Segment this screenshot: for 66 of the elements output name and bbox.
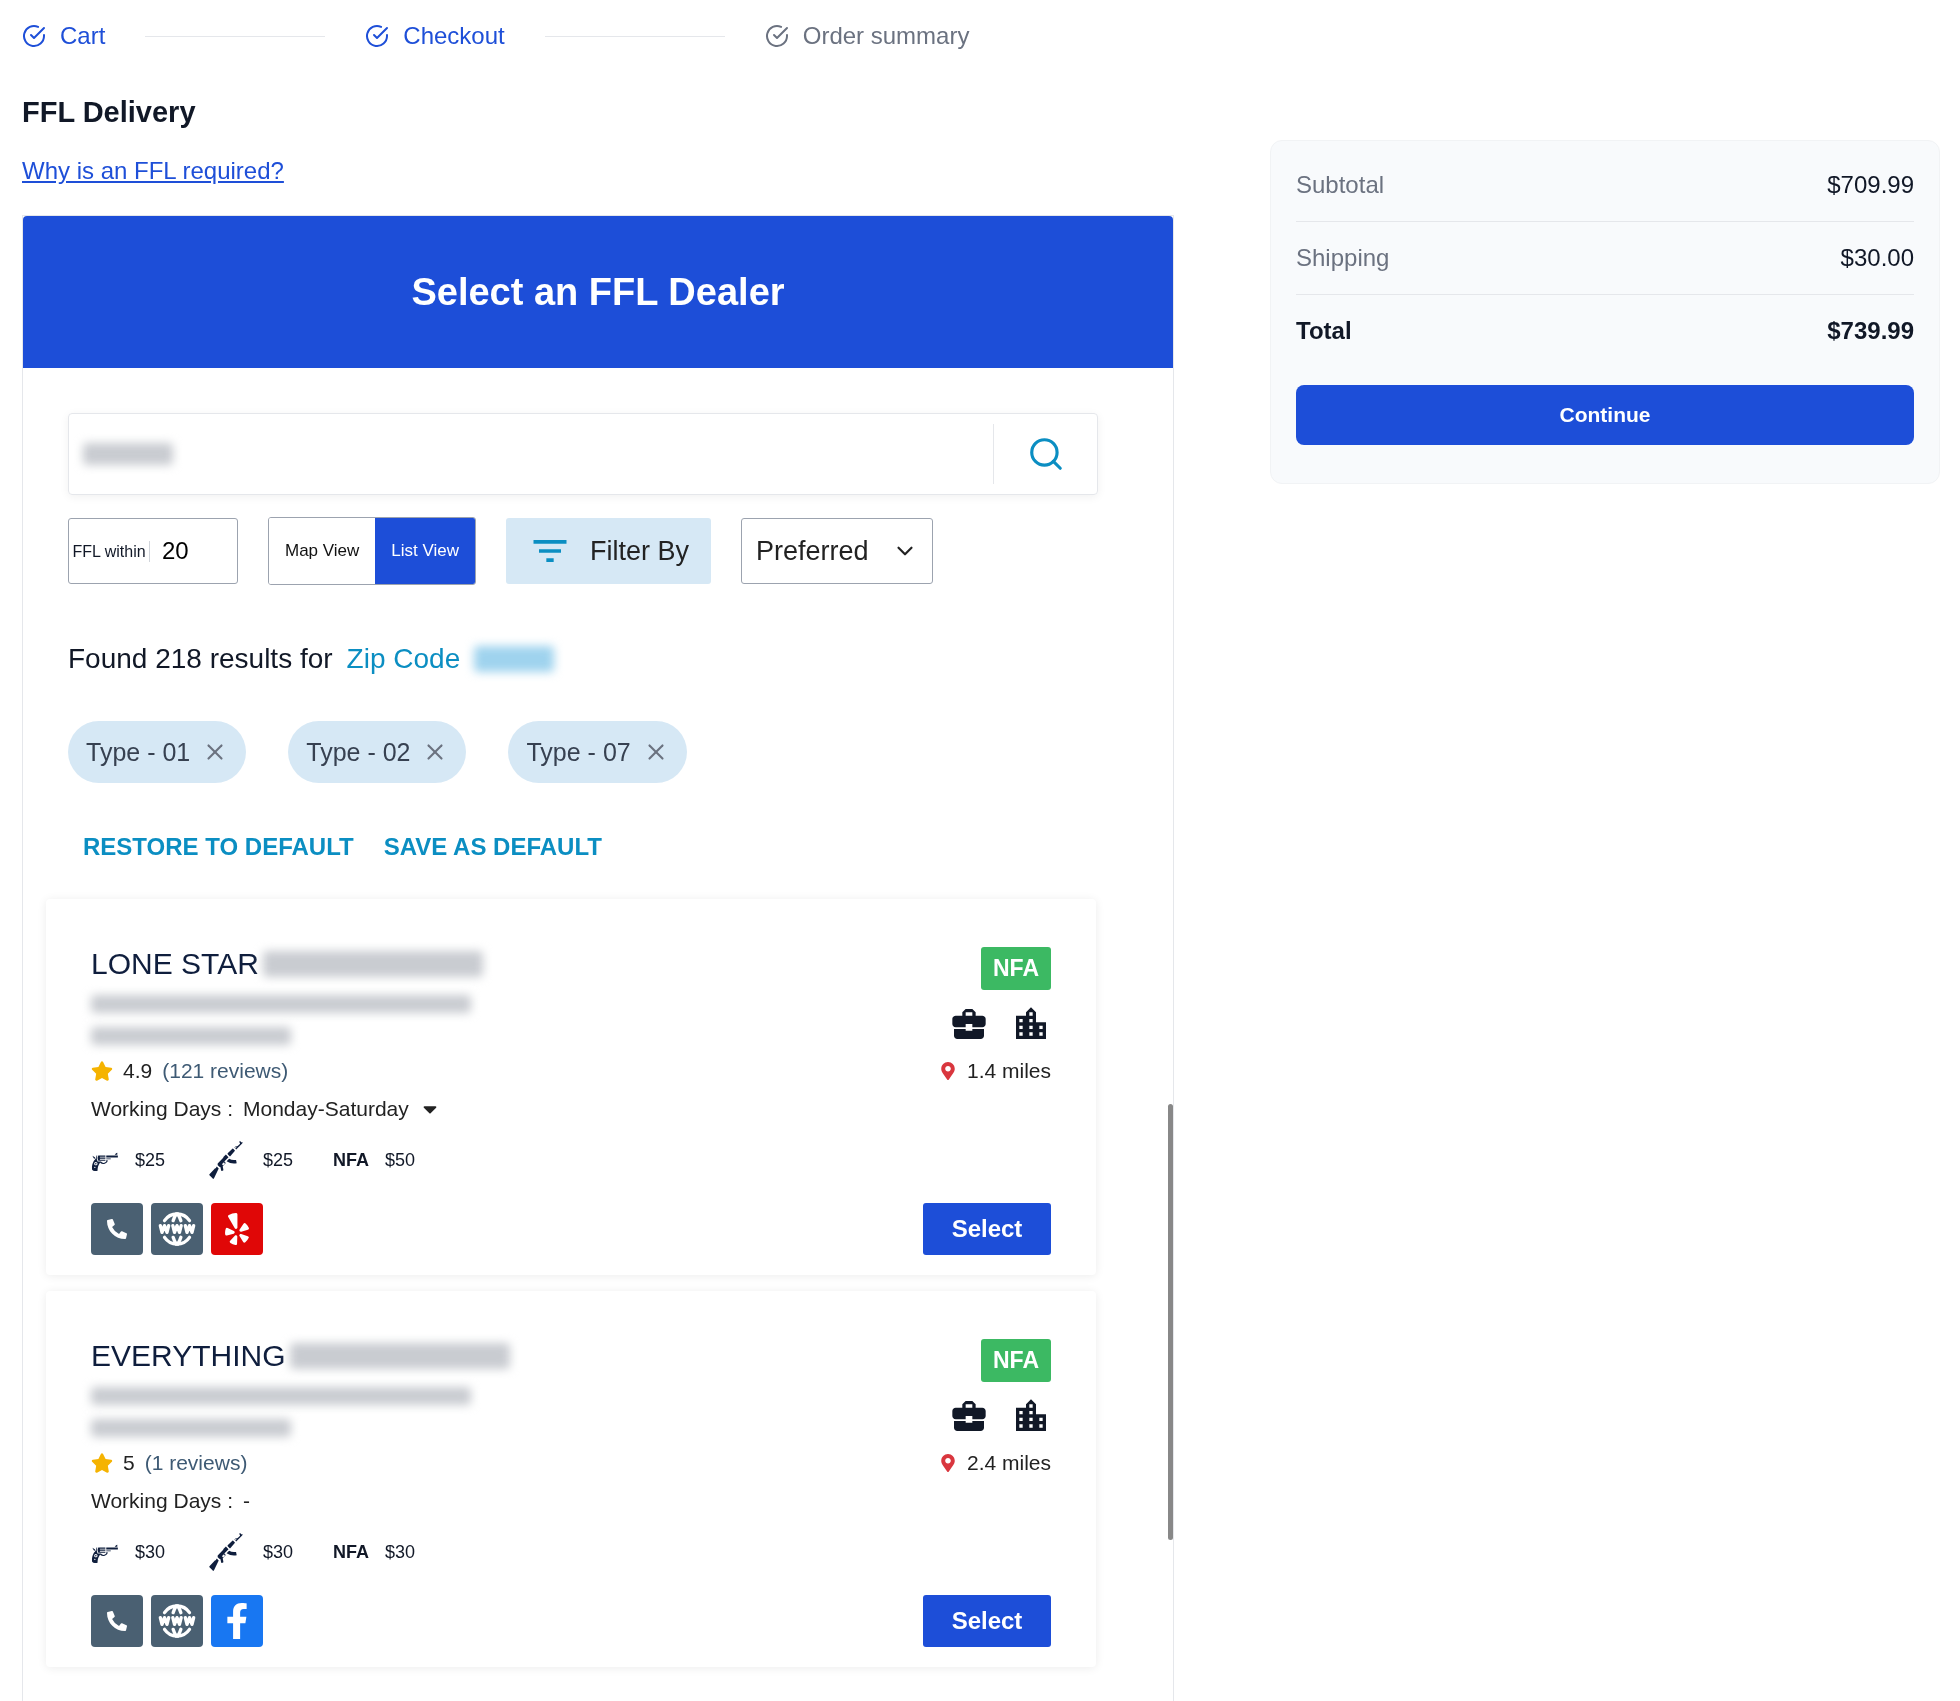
working-days: Monday-Saturday [243, 1097, 409, 1121]
star-icon [91, 1452, 113, 1474]
filter-button[interactable]: Filter By [506, 518, 712, 584]
summary-value: $709.99 [1827, 171, 1914, 199]
fee-label: NFA [333, 1149, 370, 1171]
summary-label: Total [1296, 317, 1352, 345]
fee-price: $25 [135, 1149, 166, 1171]
website-button[interactable] [151, 1595, 203, 1647]
filter-chip: Type - 02 [288, 721, 467, 783]
checkout-step[interactable]: Cart [22, 22, 106, 50]
phone-icon [107, 1219, 127, 1239]
summary-label: Shipping [1296, 244, 1390, 272]
fee-price: $30 [135, 1541, 166, 1563]
star-icon [91, 1060, 113, 1082]
view-toggle[interactable]: List View [375, 518, 476, 584]
check-circle-icon [22, 24, 46, 48]
reviews-link[interactable]: (1 reviews) [144, 1451, 248, 1475]
yelp-button[interactable] [211, 1203, 263, 1255]
fee-price: $30 [385, 1541, 416, 1563]
location-pin-icon [938, 1062, 957, 1080]
reviews-link[interactable]: (121 reviews) [162, 1059, 289, 1083]
rating: 4.9 [123, 1059, 153, 1083]
globe-icon [157, 1601, 197, 1641]
select-button[interactable]: Select [923, 1203, 1051, 1255]
default-action-link[interactable]: SAVE AS DEFAULT [383, 833, 602, 861]
results-text: Found 218 results for [68, 643, 333, 675]
distance: 1.4 miles [966, 1059, 1051, 1083]
filter-chip: Type - 01 [68, 721, 247, 783]
fee-price: $25 [263, 1149, 294, 1171]
nfa-badge: NFA [981, 1339, 1051, 1382]
select-button[interactable]: Select [923, 1595, 1051, 1647]
location-pin-icon [938, 1454, 957, 1472]
dealer-name: LONE STAR [91, 947, 259, 981]
default-action-link[interactable]: RESTORE TO DEFAULT [83, 833, 354, 861]
sort-select[interactable]: Preferred [741, 518, 934, 584]
phone-button[interactable] [91, 1595, 143, 1647]
rating: 5 [123, 1451, 135, 1475]
dealer-name: EVERYTHING [91, 1339, 286, 1373]
working-days-label: Working Days : [91, 1489, 233, 1513]
summary-value: $739.99 [1827, 317, 1914, 345]
globe-icon [157, 1209, 197, 1249]
scrollbar[interactable] [1168, 1104, 1173, 1540]
page-title: FFL Delivery [22, 96, 197, 129]
checkout-step[interactable]: Checkout [365, 22, 505, 50]
dealer-header: Select an FFL Dealer [23, 216, 1173, 368]
summary-label: Subtotal [1296, 171, 1385, 199]
ffl-help-link[interactable]: Why is an FFL required? [22, 157, 284, 185]
check-circle-icon [365, 24, 390, 48]
fee-label: NFA [333, 1541, 370, 1563]
website-button[interactable] [151, 1203, 203, 1255]
continue-button[interactable]: Continue [1296, 385, 1914, 445]
summary-value: $30.00 [1840, 244, 1914, 272]
filter-chip: Type - 07 [508, 721, 687, 783]
zip-code-link[interactable]: Zip Code [346, 643, 461, 675]
distance: 2.4 miles [966, 1451, 1051, 1475]
checkout-step[interactable]: Order summary [764, 22, 970, 50]
facebook-button[interactable] [211, 1595, 263, 1647]
working-days: - [243, 1489, 250, 1513]
check-circle-icon [764, 24, 789, 48]
nfa-badge: NFA [981, 947, 1051, 990]
fee-price: $50 [385, 1149, 416, 1171]
working-days-label: Working Days : [91, 1097, 233, 1121]
phone-button[interactable] [91, 1203, 143, 1255]
search-field[interactable] [68, 413, 1098, 495]
phone-icon [107, 1611, 127, 1631]
fee-price: $30 [263, 1541, 294, 1563]
